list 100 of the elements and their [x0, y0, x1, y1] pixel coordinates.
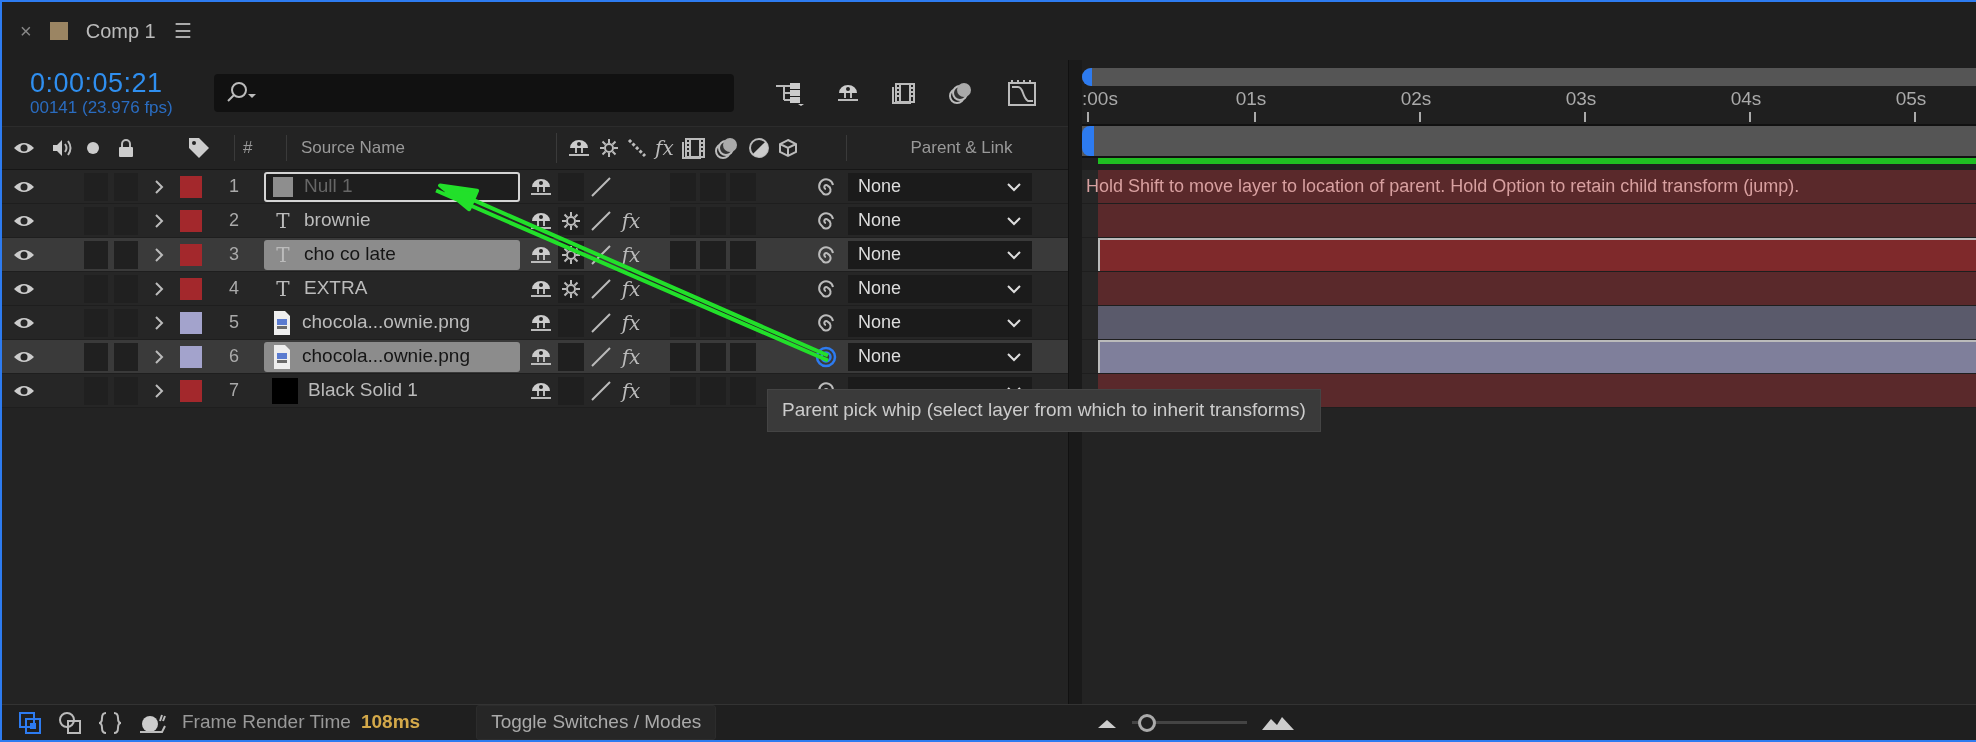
layer-row[interactable]: 6 chocola...ownie.png fx None [2, 340, 1068, 374]
column-header[interactable]: Parent & Link [910, 135, 1013, 161]
layer-name[interactable]: chocola...ownie.png [264, 307, 520, 338]
lock-icon[interactable] [118, 138, 134, 158]
label-swatch[interactable] [180, 311, 202, 334]
quality-icon[interactable] [590, 175, 612, 198]
eye-icon[interactable] [13, 383, 35, 398]
sun-icon[interactable] [561, 278, 581, 299]
adjustment-icon[interactable] [747, 137, 770, 159]
eye-icon[interactable] [13, 349, 35, 364]
caret-icon[interactable] [1006, 317, 1022, 328]
time-navigator-bar[interactable] [1082, 126, 1976, 158]
eye-icon[interactable] [13, 315, 35, 330]
parent-dropdown[interactable]: None [848, 240, 1032, 269]
parent-dropdown[interactable]: None [848, 342, 1032, 371]
label-swatch[interactable] [180, 277, 202, 300]
fx-switch[interactable]: fx [621, 307, 641, 338]
pick-whip-icon[interactable] [815, 277, 837, 300]
label-swatch[interactable] [180, 209, 202, 232]
sun-icon[interactable] [561, 244, 581, 265]
caret-icon[interactable] [1006, 351, 1022, 362]
quality-icon[interactable] [590, 379, 612, 402]
label-icon[interactable] [187, 136, 211, 160]
chevron-icon[interactable] [154, 314, 164, 331]
sun-icon[interactable] [599, 138, 619, 158]
layer-switches-icon[interactable] [58, 710, 82, 735]
fx-switch[interactable]: fx [621, 239, 641, 270]
column-header[interactable]: Source Name [301, 135, 405, 161]
parent-dropdown[interactable]: None [848, 274, 1032, 303]
fx-header[interactable]: fx [655, 133, 674, 163]
graph-editor-icon[interactable] [1006, 79, 1038, 107]
comp-flowchart-icon[interactable] [18, 710, 42, 735]
pick-whip-icon[interactable] [815, 175, 837, 198]
eye-icon[interactable] [13, 213, 35, 228]
label-swatch[interactable] [180, 345, 202, 368]
chevron-icon[interactable] [154, 348, 164, 365]
caret-icon[interactable] [1006, 181, 1022, 192]
quality-icon[interactable] [590, 277, 612, 300]
motion-blur-icon[interactable] [713, 136, 740, 160]
eye-icon[interactable] [13, 179, 35, 194]
eye-icon[interactable] [13, 141, 35, 155]
eye-icon[interactable] [13, 247, 35, 262]
parent-dropdown[interactable]: None [848, 308, 1032, 337]
parent-dropdown[interactable]: None [848, 172, 1032, 201]
layer-name[interactable]: T brownie [264, 205, 520, 236]
column-header[interactable]: # [243, 135, 253, 161]
toggle-modes-button[interactable]: Toggle Switches / Modes [476, 705, 717, 740]
timecode[interactable]: 0:00:05:21 [30, 68, 214, 98]
label-swatch[interactable] [180, 379, 202, 402]
fx-switch[interactable]: fx [621, 341, 641, 372]
caret-icon[interactable] [1006, 283, 1022, 294]
quality-icon[interactable] [590, 311, 612, 334]
pick-whip-icon[interactable] [815, 345, 837, 368]
chevron-icon[interactable] [154, 280, 164, 297]
layer-name[interactable]: chocola...ownie.png [264, 341, 520, 372]
shy-icon[interactable] [529, 278, 553, 299]
pick-whip-icon[interactable] [815, 243, 837, 266]
shy-icon[interactable] [529, 176, 553, 197]
pick-whip-icon[interactable] [815, 311, 837, 334]
film-icon[interactable] [892, 82, 916, 104]
close-button[interactable]: × [20, 16, 32, 46]
layer-name[interactable]: Black Solid 1 [264, 375, 520, 406]
layer-row[interactable]: 5 chocola...ownie.png fx None [2, 306, 1068, 340]
speaker-icon[interactable] [51, 138, 73, 158]
shy-icon[interactable] [529, 312, 553, 333]
layer-duration-bar[interactable] [1098, 238, 1976, 271]
shy-icon[interactable] [529, 244, 553, 265]
cube-icon[interactable] [777, 138, 798, 158]
quality-icon[interactable] [590, 243, 612, 266]
search-field[interactable] [214, 74, 734, 112]
menu-button[interactable]: ☰ [173, 16, 192, 46]
motion-blur-icon[interactable] [948, 81, 974, 105]
layer-row[interactable]: 1 Null 1 None [2, 170, 1068, 204]
chevron-icon[interactable] [154, 178, 164, 195]
chevron-icon[interactable] [154, 212, 164, 229]
shy-icon[interactable] [529, 380, 553, 401]
brackets-icon[interactable] [98, 710, 122, 735]
caret-icon[interactable] [1006, 249, 1022, 260]
label-swatch[interactable] [180, 175, 202, 198]
flowchart-icon[interactable] [774, 80, 804, 106]
shy-switch-icon[interactable] [836, 83, 860, 103]
chevron-icon[interactable] [154, 382, 164, 399]
label-swatch[interactable] [180, 243, 202, 266]
eye-icon[interactable] [13, 281, 35, 296]
fx-switch[interactable]: fx [621, 273, 641, 304]
pick-whip-icon[interactable] [815, 209, 837, 232]
sun-icon[interactable] [561, 210, 581, 231]
shy-icon[interactable] [529, 346, 553, 367]
quality-icon[interactable] [590, 345, 612, 368]
solo-icon[interactable] [86, 141, 100, 155]
fx-switch[interactable]: fx [621, 205, 641, 236]
quality-icon[interactable] [627, 138, 647, 158]
parent-dropdown[interactable]: None [848, 206, 1032, 235]
layer-name[interactable]: T EXTRA [264, 273, 520, 304]
chevron-icon[interactable] [154, 246, 164, 263]
layer-row[interactable]: 4 T EXTRA fx None [2, 272, 1068, 306]
layer-row[interactable]: 2 T brownie fx None [2, 204, 1068, 238]
quality-icon[interactable] [590, 209, 612, 232]
film-icon[interactable] [681, 137, 706, 159]
caret-icon[interactable] [1006, 215, 1022, 226]
